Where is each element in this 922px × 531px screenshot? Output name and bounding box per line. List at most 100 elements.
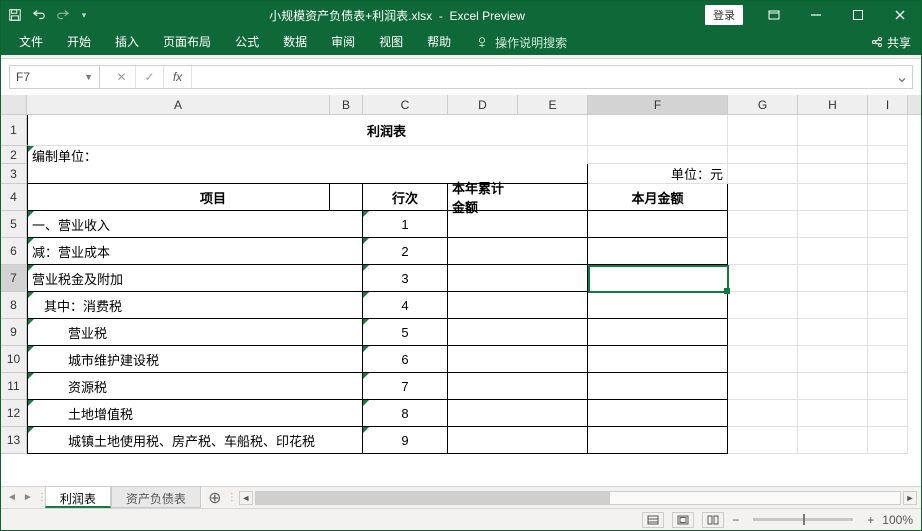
table-cell[interactable]	[518, 346, 588, 373]
table-cell[interactable]	[518, 319, 588, 346]
table-cell-line[interactable]: 7	[363, 373, 448, 400]
row-header[interactable]: 4	[1, 184, 27, 211]
col-header-D[interactable]: D	[448, 95, 518, 114]
formula-input[interactable]	[192, 66, 892, 88]
table-cell[interactable]	[330, 238, 363, 265]
table-cell-line[interactable]: 5	[363, 319, 448, 346]
table-cell[interactable]	[518, 238, 588, 265]
table-cell[interactable]	[798, 292, 868, 319]
table-cell[interactable]	[588, 238, 728, 265]
zoom-slider[interactable]	[753, 518, 853, 521]
table-cell[interactable]	[448, 427, 518, 454]
tab-layout[interactable]: 页面布局	[151, 28, 223, 56]
table-cell[interactable]	[518, 211, 588, 238]
table-cell[interactable]	[588, 427, 728, 454]
table-cell[interactable]	[728, 319, 798, 346]
save-icon[interactable]	[7, 7, 23, 23]
col-header-G[interactable]: G	[728, 95, 798, 114]
tab-formulas[interactable]: 公式	[223, 28, 271, 56]
table-cell-line[interactable]: 8	[363, 400, 448, 427]
table-cell[interactable]	[728, 292, 798, 319]
table-cell[interactable]	[448, 292, 518, 319]
table-cell[interactable]	[518, 400, 588, 427]
table-cell-line[interactable]: 6	[363, 346, 448, 373]
minimize-icon[interactable]	[795, 1, 837, 29]
row-header[interactable]: 11	[1, 373, 27, 400]
table-cell[interactable]	[588, 373, 728, 400]
zoom-out-icon[interactable]: −	[732, 513, 739, 527]
row-header[interactable]: 1	[1, 115, 27, 146]
table-cell[interactable]	[728, 427, 798, 454]
hscroll-right-icon[interactable]: ►	[903, 491, 917, 505]
table-cell[interactable]	[518, 373, 588, 400]
tab-nav-first-icon[interactable]: ◄	[7, 492, 17, 503]
table-cell[interactable]	[588, 319, 728, 346]
hscroll-track[interactable]	[255, 491, 901, 505]
table-cell[interactable]	[868, 346, 908, 373]
table-cell[interactable]	[588, 265, 728, 292]
table-cell-item[interactable]: 资源税	[27, 373, 330, 400]
table-cell[interactable]	[868, 319, 908, 346]
table-cell[interactable]	[868, 373, 908, 400]
table-cell[interactable]	[448, 400, 518, 427]
table-cell[interactable]	[728, 400, 798, 427]
qat-customize-icon[interactable]: ▾	[79, 7, 89, 23]
chevron-down-icon[interactable]: ▼	[84, 72, 93, 82]
table-cell-line[interactable]: 1	[363, 211, 448, 238]
table-cell[interactable]	[868, 400, 908, 427]
table-cell[interactable]	[588, 211, 728, 238]
table-cell[interactable]	[868, 238, 908, 265]
table-cell[interactable]	[728, 238, 798, 265]
row-header[interactable]: 8	[1, 292, 27, 319]
col-header-E[interactable]: E	[518, 95, 588, 114]
table-cell[interactable]	[330, 292, 363, 319]
row-header[interactable]: 3	[1, 164, 27, 184]
tab-nav-prev-icon[interactable]: ►	[23, 492, 33, 503]
select-all-corner[interactable]	[1, 95, 27, 114]
table-cell-line[interactable]: 2	[363, 238, 448, 265]
table-cell[interactable]	[448, 265, 518, 292]
row-header[interactable]: 10	[1, 346, 27, 373]
table-cell[interactable]	[448, 319, 518, 346]
table-cell[interactable]	[330, 211, 363, 238]
table-cell[interactable]	[330, 400, 363, 427]
view-pagebreak-icon[interactable]	[702, 512, 724, 528]
table-cell[interactable]	[330, 319, 363, 346]
table-cell[interactable]	[798, 211, 868, 238]
enter-formula-icon[interactable]: ✓	[136, 66, 164, 88]
cancel-formula-icon[interactable]: ✕	[108, 66, 136, 88]
tab-insert[interactable]: 插入	[103, 28, 151, 56]
ribbon-options-icon[interactable]	[753, 1, 795, 29]
sheet-tab-inactive[interactable]: 资产负债表	[111, 486, 201, 508]
table-cell-item[interactable]: 城镇土地使用税、房产税、车船税、印花税	[27, 427, 330, 454]
col-header-B[interactable]: B	[330, 95, 363, 114]
table-cell[interactable]	[728, 211, 798, 238]
hscroll-thumb[interactable]	[256, 492, 610, 504]
row-header[interactable]: 12	[1, 400, 27, 427]
table-cell[interactable]	[588, 400, 728, 427]
table-cell[interactable]	[728, 265, 798, 292]
table-cell[interactable]	[728, 346, 798, 373]
table-cell[interactable]	[798, 400, 868, 427]
row-header[interactable]: 6	[1, 238, 27, 265]
row-header[interactable]: 9	[1, 319, 27, 346]
redo-icon[interactable]	[55, 7, 71, 23]
fx-icon[interactable]: fx	[164, 66, 192, 88]
table-cell[interactable]	[868, 427, 908, 454]
add-sheet-icon[interactable]: ⊕	[201, 487, 229, 508]
col-header-A[interactable]: A	[27, 95, 330, 114]
table-cell[interactable]	[588, 346, 728, 373]
sheet-tab-active[interactable]: 利润表	[45, 486, 111, 508]
table-cell[interactable]	[868, 265, 908, 292]
row-header[interactable]: 2	[1, 146, 27, 164]
table-cell[interactable]	[330, 427, 363, 454]
table-cell[interactable]	[798, 373, 868, 400]
tab-view[interactable]: 视图	[367, 28, 415, 56]
undo-icon[interactable]	[31, 7, 47, 23]
table-cell[interactable]	[798, 238, 868, 265]
table-cell[interactable]	[798, 265, 868, 292]
share-button[interactable]: 共享	[861, 30, 921, 55]
table-cell[interactable]	[798, 427, 868, 454]
table-cell-line[interactable]: 4	[363, 292, 448, 319]
hscroll-left-icon[interactable]: ◄	[239, 491, 253, 505]
